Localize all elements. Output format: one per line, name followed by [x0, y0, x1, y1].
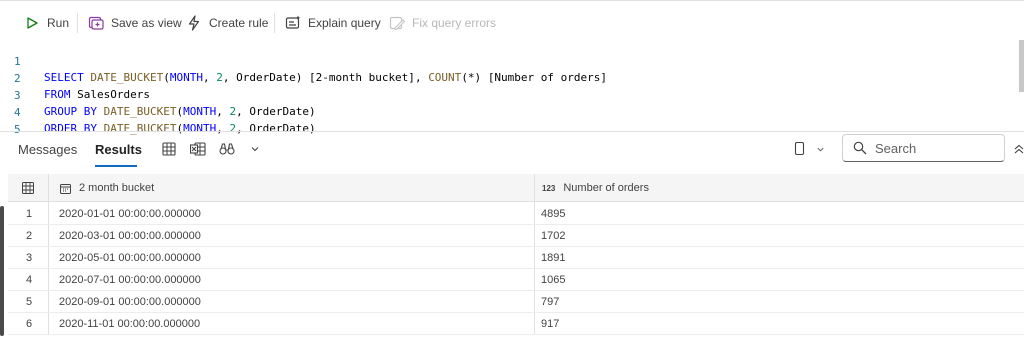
create-rule-button[interactable]: Create rule [186, 13, 268, 33]
explain-sparkle-icon [285, 15, 301, 31]
table-row[interactable]: 3 2020-05-01 00:00:00.000000 1891 [8, 247, 1024, 269]
search-icon [853, 141, 867, 155]
row-index: 2 [26, 230, 33, 242]
editor-scrollbar[interactable] [1019, 40, 1024, 92]
column-label: Number of orders [563, 182, 649, 194]
table-row[interactable]: 2 2020-03-01 00:00:00.000000 1702 [8, 225, 1024, 247]
cell-orders[interactable]: 4895 [541, 208, 565, 220]
fix-query-errors-label: Fix query errors [412, 16, 497, 30]
explain-query-button[interactable]: Explain query [285, 13, 381, 33]
cell-orders[interactable]: 1065 [541, 274, 565, 286]
save-view-icon [88, 15, 104, 31]
column-header-bucket[interactable]: 2 month bucket [60, 174, 154, 202]
line-number: 5 [14, 123, 21, 136]
row-index: 1 [26, 208, 33, 220]
lightning-icon [186, 15, 202, 31]
run-label: Run [47, 16, 70, 30]
run-button[interactable]: Run [24, 13, 69, 33]
fix-query-errors-button[interactable]: Fix query errors [389, 13, 496, 33]
table-row[interactable]: 6 2020-11-01 00:00:00.000000 917 [8, 313, 1024, 335]
table-row[interactable]: 5 2020-09-01 00:00:00.000000 797 [8, 291, 1024, 313]
column-label: 2 month bucket [79, 182, 155, 194]
tab-messages[interactable]: Messages [18, 142, 77, 157]
code-text: SELECT DATE_BUCKET(MONTH, 2, OrderDate) … [44, 71, 608, 84]
calendar-icon [60, 183, 71, 194]
active-tab-indicator [95, 165, 137, 167]
cell-orders[interactable]: 1702 [541, 230, 565, 242]
table-view-icon[interactable] [160, 140, 178, 158]
search-input[interactable] [875, 140, 985, 156]
row-index: 4 [26, 274, 33, 286]
table-row[interactable]: 4 2020-07-01 00:00:00.000000 1065 [8, 269, 1024, 291]
play-icon [24, 15, 40, 31]
code-line: 5 [0, 106, 27, 136]
binoculars-icon[interactable] [218, 140, 236, 158]
cell-orders[interactable]: 1891 [541, 252, 565, 264]
code-line: 3 GROUP BY DATE_BUCKET(MONTH, 2, OrderDa… [0, 72, 316, 118]
explain-query-label: Explain query [308, 16, 381, 30]
number-123-icon: 123 [542, 183, 556, 193]
row-index: 5 [26, 296, 33, 308]
fix-errors-icon [389, 15, 405, 31]
code-line: 1 SELECT DATE_BUCKET(MONTH, 2, OrderDate… [0, 38, 607, 84]
toolbar-divider [77, 13, 78, 33]
table-row[interactable]: 1 2020-01-01 00:00:00.000000 4895 [8, 203, 1024, 225]
cell-bucket[interactable]: 2020-03-01 00:00:00.000000 [59, 230, 201, 242]
cell-bucket[interactable]: 2020-05-01 00:00:00.000000 [59, 252, 201, 264]
cell-bucket[interactable]: 2020-01-01 00:00:00.000000 [59, 208, 201, 220]
code-line: 2 FROM SalesOrders [0, 55, 150, 101]
code-text: FROM SalesOrders [44, 88, 150, 101]
cell-bucket[interactable]: 2020-09-01 00:00:00.000000 [59, 296, 201, 308]
cell-orders[interactable]: 797 [541, 296, 559, 308]
collapse-chevron-up-icon[interactable] [1010, 140, 1024, 158]
save-as-view-label: Save as view [111, 16, 182, 30]
cell-bucket[interactable]: 2020-11-01 00:00:00.000000 [59, 318, 200, 330]
query-editor[interactable]: 1 SELECT DATE_BUCKET(MONTH, 2, OrderDate… [0, 38, 1024, 136]
copy-dropdown-chevron-icon[interactable] [811, 140, 829, 158]
code-line: 4 ORDER BY DATE_BUCKET(MONTH, 2, OrderDa… [0, 89, 316, 135]
grid-header: 2 month bucket 123 Number of orders [8, 174, 1024, 202]
tab-results[interactable]: Results [95, 142, 142, 157]
cell-orders[interactable]: 917 [541, 318, 559, 330]
toolbar-divider [274, 13, 275, 33]
save-as-view-button[interactable]: Save as view [88, 13, 182, 33]
create-rule-label: Create rule [209, 16, 269, 30]
window-edge-scrollbar[interactable] [0, 206, 4, 336]
search-box[interactable] [842, 134, 1005, 162]
select-all-grid-icon[interactable] [22, 174, 34, 202]
copy-icon[interactable] [791, 140, 809, 158]
code-text: GROUP BY DATE_BUCKET(MONTH, 2, OrderDate… [44, 105, 316, 118]
row-index: 3 [26, 252, 33, 264]
column-header-orders[interactable]: 123 Number of orders [542, 174, 649, 202]
row-index: 6 [26, 318, 33, 330]
chevron-down-icon[interactable] [246, 140, 264, 158]
excel-export-icon[interactable] [189, 140, 207, 158]
code-text: ORDER BY DATE_BUCKET(MONTH, 2, OrderDate… [44, 122, 316, 135]
cell-bucket[interactable]: 2020-07-01 00:00:00.000000 [59, 274, 201, 286]
pane-divider[interactable] [0, 131, 1024, 132]
